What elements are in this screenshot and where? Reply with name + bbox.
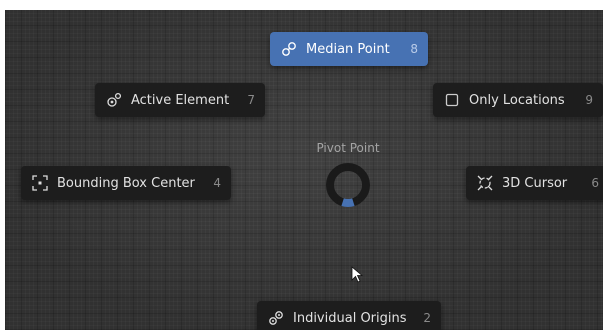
3d-cursor-label: 3D Cursor xyxy=(502,175,568,191)
pie-direction-dial xyxy=(326,163,370,208)
bounding-box-center-button[interactable]: Bounding Box Center 4 xyxy=(21,166,231,200)
active-element-button[interactable]: Active Element 7 xyxy=(95,83,265,117)
3d-cursor-shortcut: 6 xyxy=(591,176,599,190)
active-element-label: Active Element xyxy=(131,92,230,108)
only-locations-shortcut: 9 xyxy=(585,93,593,107)
active-element-shortcut: 7 xyxy=(247,93,255,107)
active-element-icon xyxy=(105,91,123,109)
individual-origins-icon xyxy=(267,309,285,327)
individual-origins-shortcut: 2 xyxy=(423,311,431,325)
checkbox-icon[interactable] xyxy=(443,91,461,109)
median-point-shortcut: 8 xyxy=(410,42,418,56)
median-point-button[interactable]: Median Point 8 xyxy=(270,32,428,66)
bounding-box-center-label: Bounding Box Center xyxy=(57,175,195,191)
only-locations-button[interactable]: Only Locations 9 xyxy=(433,83,603,117)
pie-menu-title: Pivot Point xyxy=(316,141,380,155)
bounding-box-icon xyxy=(31,174,49,192)
only-locations-label: Only Locations xyxy=(469,92,565,108)
3d-cursor-icon xyxy=(476,174,494,192)
mouse-pointer-icon xyxy=(351,266,363,283)
bounding-box-center-shortcut: 4 xyxy=(213,176,221,190)
median-point-icon xyxy=(280,40,298,58)
3d-cursor-button[interactable]: 3D Cursor 6 xyxy=(466,166,603,200)
individual-origins-button[interactable]: Individual Origins 2 xyxy=(257,301,441,330)
3d-viewport[interactable]: Median Point 8 Active Element 7 Only Loc… xyxy=(5,10,603,330)
median-point-label: Median Point xyxy=(306,41,390,57)
individual-origins-label: Individual Origins xyxy=(293,310,407,326)
